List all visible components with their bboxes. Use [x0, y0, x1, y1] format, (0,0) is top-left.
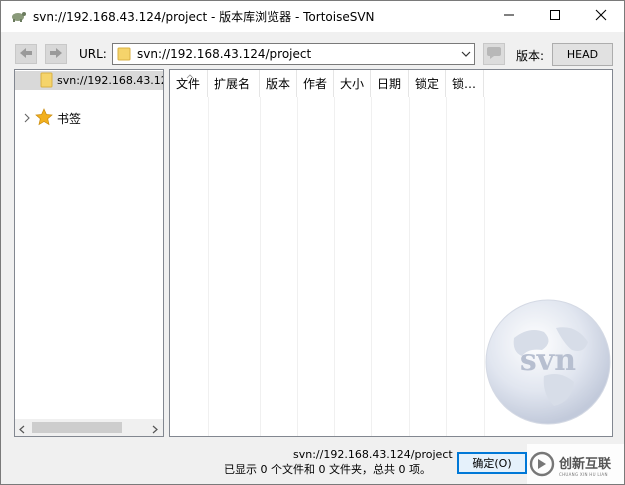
column-divider [297, 97, 298, 436]
folder-icon [117, 47, 133, 64]
tree-item-repository-root[interactable]: svn://192.168.43.124/project [15, 71, 163, 90]
scroll-left-icon[interactable] [19, 423, 25, 436]
status-summary: 已显示 0 个文件和 0 文件夹，总共 0 项。 [224, 463, 431, 476]
svn-globe-watermark: svn [484, 298, 612, 426]
ok-button[interactable]: 确定(O) [457, 452, 527, 474]
tortoise-app-icon [9, 8, 27, 24]
close-button[interactable] [578, 1, 624, 32]
column-divider [409, 97, 410, 436]
speech-bubble-icon [486, 46, 502, 63]
tree-horizontal-scrollbar[interactable] [15, 419, 163, 436]
column-header-label: 大小 [340, 77, 365, 91]
column-divider [371, 97, 372, 436]
column-header-label: 作者 [303, 77, 328, 91]
scroll-right-icon[interactable] [152, 423, 158, 436]
column-divider [208, 97, 209, 436]
brand-watermark: 创新互联 CHUANG XIN HU LIAN [527, 444, 624, 484]
minimize-button[interactable] [486, 1, 532, 32]
url-combobox[interactable]: svn://192.168.43.124/project [112, 43, 475, 65]
column-header-label: 锁… [452, 77, 477, 91]
url-value: svn://192.168.43.124/project [137, 47, 312, 61]
forward-button[interactable] [45, 44, 67, 64]
column-header-label: 日期 [377, 77, 402, 91]
column-header-label: 扩展名 [214, 77, 251, 91]
column-divider [334, 97, 335, 436]
revision-head-button[interactable]: HEAD [552, 43, 613, 66]
brand-name: 创新互联 [559, 457, 612, 472]
status-url: svn://192.168.43.124/project [293, 448, 453, 461]
watermark-text: svn [520, 343, 576, 378]
tree-item-bookmarks[interactable]: 书签 [15, 107, 163, 127]
column-header-label: 锁定 [415, 77, 440, 91]
brand-logo-icon [529, 451, 555, 480]
column-header-label: 版本 [266, 77, 291, 91]
revision-label: 版本: [516, 49, 545, 63]
column-header-lock[interactable]: 锁定 [409, 70, 446, 97]
column-divider [260, 97, 261, 436]
arrow-left-icon [19, 47, 33, 62]
maximize-icon [549, 9, 561, 24]
window-title: svn://192.168.43.124/project - 版本库浏览器 - … [33, 10, 375, 24]
file-list[interactable]: 文件 扩展名 版本 作者 大小 日期 锁定 锁… svn [169, 69, 613, 437]
sort-ascending-icon [186, 70, 194, 82]
repository-tree[interactable]: svn://192.168.43.124/project 书签 [14, 69, 164, 437]
column-header-author[interactable]: 作者 [297, 70, 334, 97]
chevron-down-icon[interactable] [461, 48, 471, 62]
arrow-right-icon [49, 47, 63, 62]
repo-browser-window: svn://192.168.43.124/project - 版本库浏览器 - … [0, 0, 625, 485]
log-message-button[interactable] [483, 43, 505, 65]
close-icon [595, 9, 607, 24]
column-header-lock-extra[interactable]: 锁… [446, 70, 484, 97]
minimize-icon [503, 9, 515, 24]
column-header-size[interactable]: 大小 [334, 70, 371, 97]
url-label: URL: [79, 47, 107, 61]
folder-icon [40, 72, 54, 91]
chevron-right-icon[interactable] [23, 112, 31, 126]
column-divider [446, 97, 447, 436]
column-header-date[interactable]: 日期 [371, 70, 409, 97]
column-header-extension[interactable]: 扩展名 [208, 70, 260, 97]
brand-subtitle: CHUANG XIN HU LIAN [559, 472, 608, 477]
scrollbar-thumb[interactable] [32, 422, 122, 433]
back-button[interactable] [15, 44, 37, 64]
tree-item-label: svn://192.168.43.124/project [57, 74, 163, 87]
column-header-file[interactable]: 文件 [170, 70, 208, 97]
maximize-button[interactable] [532, 1, 578, 32]
column-header-revision[interactable]: 版本 [260, 70, 297, 97]
bookmarks-label: 书签 [57, 112, 82, 126]
star-icon [35, 108, 53, 129]
title-bar: svn://192.168.43.124/project - 版本库浏览器 - … [1, 1, 624, 32]
